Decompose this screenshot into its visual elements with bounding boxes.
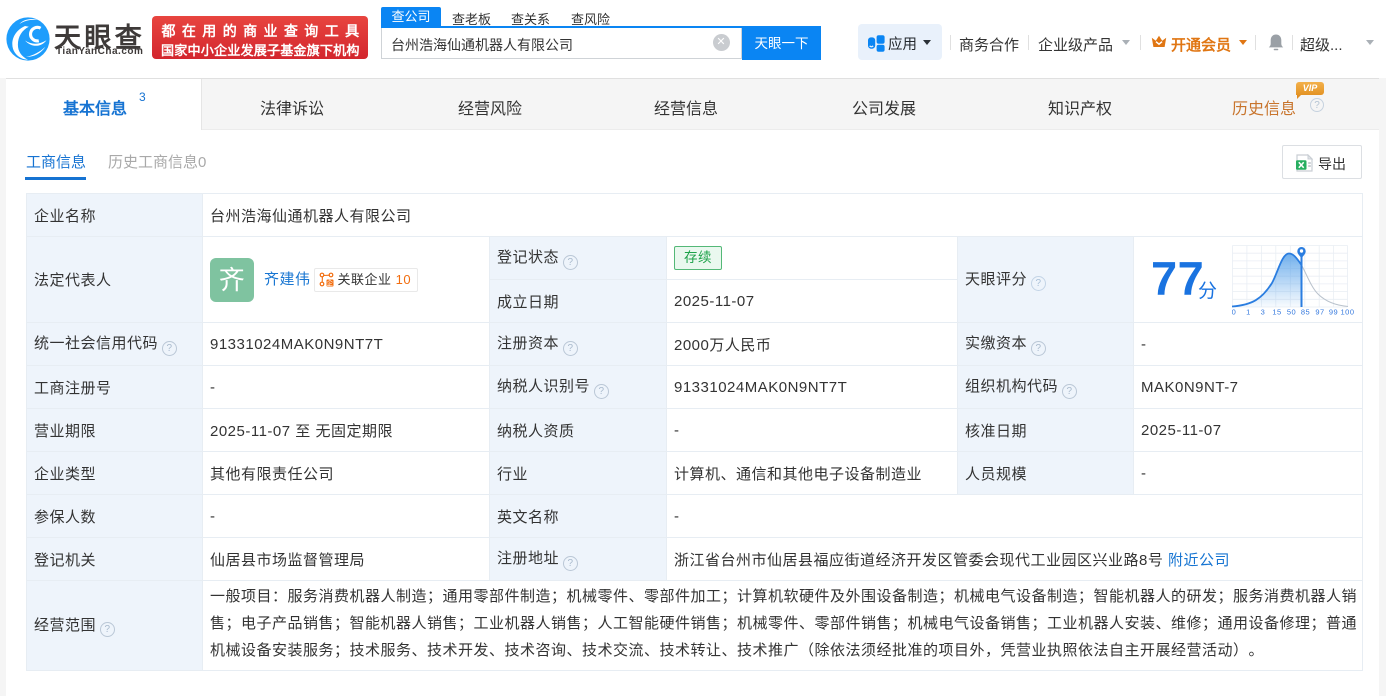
svg-text:15: 15 bbox=[1272, 308, 1281, 316]
svg-text:3: 3 bbox=[1261, 308, 1266, 316]
svg-text:0: 0 bbox=[1232, 308, 1236, 316]
svg-text:99: 99 bbox=[1329, 308, 1338, 316]
svg-text:1: 1 bbox=[1246, 308, 1251, 316]
svg-text:85: 85 bbox=[1301, 308, 1310, 316]
svg-text:97: 97 bbox=[1315, 308, 1324, 316]
svg-text:50: 50 bbox=[1287, 308, 1296, 316]
svg-text:企: 企 bbox=[326, 278, 333, 287]
svg-text:100: 100 bbox=[1340, 308, 1354, 316]
